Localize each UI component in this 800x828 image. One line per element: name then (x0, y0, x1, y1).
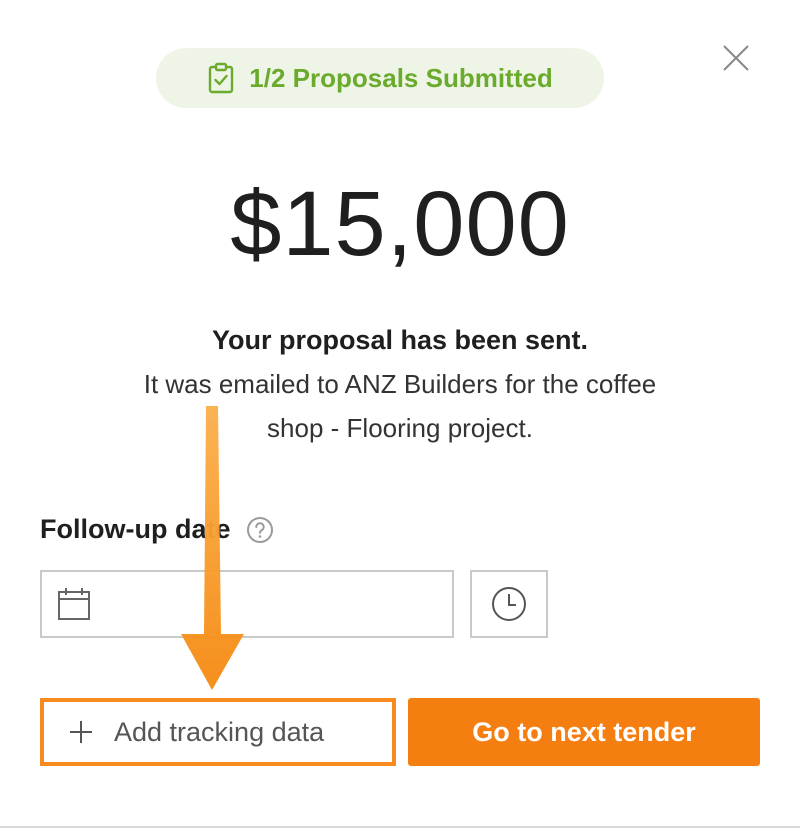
add-tracking-data-content: Add tracking data (44, 717, 324, 748)
confirmation-body-line-1: It was emailed to ANZ Builders for the c… (143, 369, 657, 399)
calendar-icon (58, 588, 90, 620)
proposal-sent-modal: 1/2 Proposals Submitted $15,000 Your pro… (0, 0, 800, 828)
plus-icon (70, 721, 92, 743)
close-button[interactable] (720, 42, 752, 74)
add-tracking-data-button[interactable]: Add tracking data (40, 698, 396, 766)
follow-up-date-field[interactable] (40, 570, 454, 638)
confirmation-body: It was emailed to ANZ Builders for the c… (80, 362, 720, 450)
close-icon (723, 45, 749, 71)
status-badge: 1/2 Proposals Submitted (156, 48, 604, 108)
confirmation-title: Your proposal has been sent. (211, 325, 589, 355)
confirmation-body-line-2: shop - Flooring project. (267, 413, 533, 443)
add-tracking-data-label: Add tracking data (114, 716, 325, 747)
question-circle-icon[interactable] (246, 516, 274, 544)
status-badge-text: 1/2 Proposals Submitted (249, 62, 553, 93)
follow-up-time-button[interactable] (470, 570, 548, 638)
proposal-amount: $15,000 (230, 173, 570, 275)
confirmation-message: Your proposal has been sent. It was emai… (80, 322, 720, 450)
clipboard-check-icon (209, 62, 234, 94)
follow-up-date-input[interactable] (92, 572, 452, 636)
follow-up-date-label: Follow-up date (40, 514, 274, 545)
clock-icon (492, 587, 526, 621)
follow-up-date-label-text: Follow-up date (40, 514, 231, 544)
go-to-next-tender-button[interactable]: Go to next tender (408, 698, 760, 766)
